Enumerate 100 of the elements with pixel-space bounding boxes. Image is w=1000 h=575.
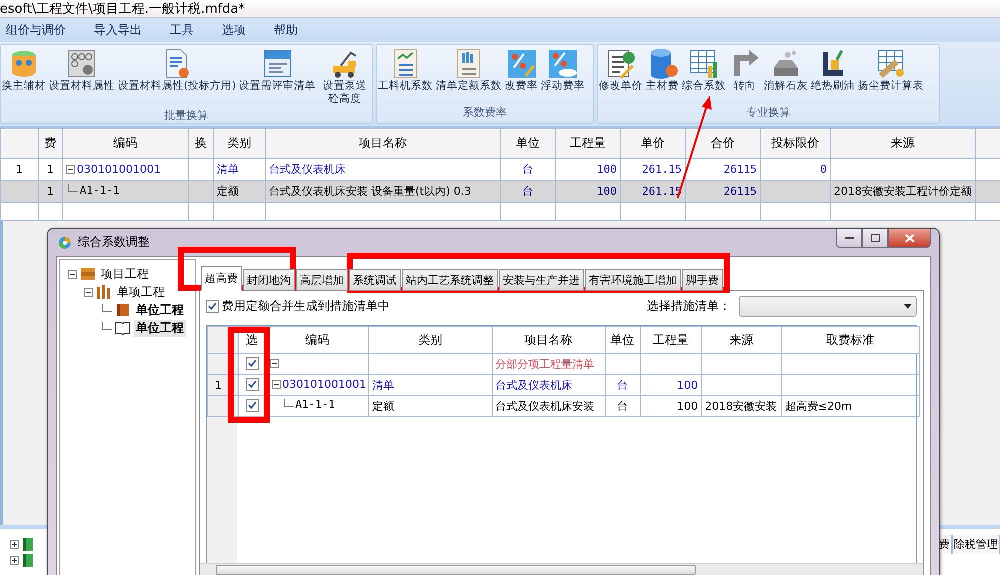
tab[interactable]: 站内工艺系统调整 xyxy=(402,269,498,291)
measure-list-dropdown[interactable] xyxy=(739,296,917,316)
maximize-icon xyxy=(870,234,880,242)
column-header xyxy=(0,128,38,158)
column-header: 项目名称 xyxy=(492,326,606,354)
caret-icon xyxy=(904,304,912,308)
table-cell: 定额 xyxy=(214,180,266,202)
tree-item[interactable]: 单项工程 xyxy=(115,284,167,300)
tab[interactable]: 高层增加 xyxy=(296,269,348,291)
ribbon-button[interactable]: 设置材料属性 xyxy=(48,46,116,95)
menu-item[interactable]: 工具 xyxy=(170,22,208,38)
ribbon-button[interactable]: 绝热刷油 xyxy=(810,46,856,95)
checkbox-label: 费用定额合并生成到措施清单中 xyxy=(222,298,390,314)
group-label: 专业换算 xyxy=(746,105,792,121)
close-icon xyxy=(904,234,914,242)
collapse-icon[interactable] xyxy=(270,358,279,368)
table-cell: 100 xyxy=(640,374,702,396)
column-header: 费 xyxy=(38,128,62,158)
column-header: 来源 xyxy=(830,128,976,158)
column-header: 单位 xyxy=(605,326,640,354)
column-header: 工程量 xyxy=(640,326,702,354)
checkbox[interactable] xyxy=(246,399,259,412)
tree-item[interactable]: 项目工程 xyxy=(99,266,151,282)
table-cell: 100 xyxy=(556,180,620,202)
tab[interactable]: 封闭地沟 xyxy=(243,269,295,291)
column-header xyxy=(976,128,1000,158)
column-header: 单价 xyxy=(620,128,686,158)
ribbon-button[interactable]: 清单定额系数 xyxy=(435,46,503,95)
tab[interactable]: 安装与生产并进 xyxy=(499,269,584,291)
table-row[interactable]: 1 1 030101001001 清单 台式及仪表机床 台 100 261.15 26115 0 xyxy=(0,158,1000,180)
window-title: esoft\工程文件\项目工程.一般计税.mfda* xyxy=(0,0,246,18)
expand-icon[interactable] xyxy=(10,556,19,564)
code-text: 030101001001 xyxy=(77,162,161,176)
ribbon-button[interactable]: 修改单价 xyxy=(598,46,644,95)
tab[interactable]: 超高费 xyxy=(201,266,242,291)
menu-item[interactable]: 帮助 xyxy=(274,22,312,38)
table-cell xyxy=(605,354,640,374)
menu-item[interactable]: 选项 xyxy=(222,22,260,38)
ribbon-button[interactable]: 扬尘费计算表 xyxy=(857,46,925,95)
ribbon-button[interactable]: 转向 xyxy=(728,46,762,95)
ribbon-button[interactable]: 改费率 xyxy=(504,46,539,95)
column-header: 类别 xyxy=(214,128,266,158)
ribbon-button[interactable]: 工料机系数 xyxy=(377,46,434,95)
ribbon-button[interactable]: 换主辅材 xyxy=(1,46,47,95)
column-header: 类别 xyxy=(368,326,492,354)
table-cell: 2018安徽安装 xyxy=(702,396,782,416)
columns-icon xyxy=(96,285,112,299)
close-button[interactable] xyxy=(888,229,931,248)
binder-icon xyxy=(23,554,33,566)
group-label: 批量换算 xyxy=(164,108,210,124)
table-cell: 26115 xyxy=(686,180,760,202)
tab[interactable]: 有害环境施工增加 xyxy=(585,269,681,291)
table-cell: 超高费≤20m xyxy=(782,396,920,416)
checkbox[interactable] xyxy=(246,378,259,391)
minimize-button[interactable] xyxy=(836,229,862,248)
collapse-icon[interactable] xyxy=(66,164,75,174)
column-header: 编码 xyxy=(62,128,188,158)
collapse-icon[interactable] xyxy=(68,270,77,278)
expand-icon[interactable] xyxy=(10,540,19,548)
menu-item[interactable]: 导入导出 xyxy=(94,22,156,38)
column-header: 工程量 xyxy=(556,128,620,158)
maximize-button[interactable] xyxy=(862,229,888,248)
collapse-icon[interactable] xyxy=(272,380,281,389)
table-cell: 台式及仪表机床 xyxy=(492,374,606,396)
table-cell: 100 xyxy=(640,396,702,416)
menu-item[interactable]: 组价与调价 xyxy=(6,22,80,38)
ribbon-button[interactable]: 消解石灰 xyxy=(763,46,809,95)
tab[interactable]: 脚手费 xyxy=(682,269,723,291)
column-header: 换 xyxy=(188,128,214,158)
table-cell: 清单 xyxy=(368,374,492,396)
table-cell: 1 xyxy=(38,180,62,202)
checkbox[interactable] xyxy=(246,357,259,370)
ribbon-button[interactable]: 设置泵送砼高度 xyxy=(318,46,372,108)
ribbon-button[interactable]: 主材费 xyxy=(645,46,680,95)
ribbon-button[interactable]: 浮动费率 xyxy=(540,46,586,95)
field-label: 选择措施清单： xyxy=(647,298,731,314)
group-label: 系数费率 xyxy=(462,105,508,121)
table-cell: 台 xyxy=(500,180,556,202)
tree-item[interactable]: 单位工程 xyxy=(134,320,186,336)
percent-pencil-icon xyxy=(506,48,538,80)
checkbox[interactable] xyxy=(206,300,219,312)
collapse-icon[interactable] xyxy=(84,288,93,296)
gear-grid-icon xyxy=(66,48,98,80)
minimize-icon xyxy=(844,236,854,240)
tab[interactable]: 系统调试 xyxy=(349,269,401,291)
column-header: 单位 xyxy=(500,128,556,158)
column-header: 投标限价 xyxy=(760,128,830,158)
column-header: 项目名称 xyxy=(266,128,500,158)
horizontal-scrollbar[interactable] xyxy=(200,563,923,575)
table-cell: 台式及仪表机床安装 xyxy=(492,396,606,416)
form-icon xyxy=(262,48,294,80)
tree-item[interactable]: 单位工程 xyxy=(134,302,186,318)
column-header: 取费标准 xyxy=(782,326,920,354)
scrollbar-thumb[interactable] xyxy=(216,564,696,574)
ribbon-button[interactable]: 设置需评审清单 xyxy=(238,46,318,95)
binder-icon xyxy=(23,538,33,550)
table-cell: 台式及仪表机床安装 设备重量(t以内) 0.3 xyxy=(266,180,500,202)
table-cell: 分部分项工程量清单 xyxy=(492,354,606,374)
ribbon-button[interactable]: 设置材料属性(投标方用) xyxy=(117,46,238,95)
ribbon-button[interactable]: 综合系数 xyxy=(681,46,727,95)
